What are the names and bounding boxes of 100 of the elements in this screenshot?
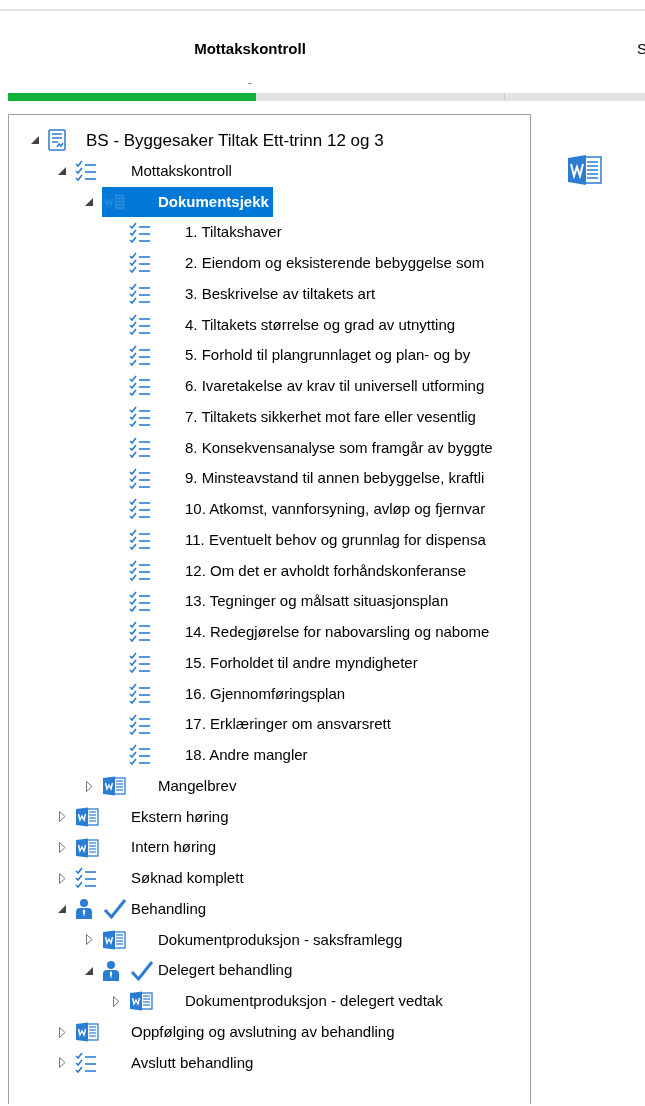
item-label: 16. Gjennomføringsplan xyxy=(185,683,346,704)
item-label: 14. Redegjørelse for nabovarsling og nabome xyxy=(185,622,490,643)
checklist-icon xyxy=(129,406,151,429)
item-label: 7. Tiltakets sikkerhet mot fare eller vesentlig xyxy=(185,406,476,427)
checklist-icon xyxy=(129,436,151,459)
checklist-icon xyxy=(129,621,151,644)
step-subtitle: - xyxy=(248,76,252,89)
tree-item[interactable]: 1. Tiltakshaver xyxy=(129,217,286,248)
expanded-arrow-icon[interactable] xyxy=(58,905,66,914)
tree-item[interactable]: 6. Ivaretakelse av krav til universell utforming xyxy=(129,371,489,402)
tree-item[interactable]: 13. Tegninger og målsatt situasjonsplan xyxy=(129,586,453,617)
checklist-icon xyxy=(75,1051,97,1074)
tree-item[interactable]: Delegert behandling xyxy=(102,955,297,986)
item-label: Mottakskontroll xyxy=(131,160,232,181)
document-icon xyxy=(129,991,153,1012)
tree-item[interactable]: 7. Tiltakets sikkerhet mot fare eller vesentlig xyxy=(129,401,480,433)
checklist-icon xyxy=(129,252,151,275)
document-icon xyxy=(75,837,99,858)
tree-item[interactable]: 5. Forhold til plangrunnlaget og plan- og by xyxy=(129,340,475,371)
document-icon xyxy=(102,776,126,797)
item-label: Oppfølging og avslutning av behandling xyxy=(131,1021,395,1042)
tree-item[interactable]: 11. Eventuelt behov og grunnlag for dispensa xyxy=(129,524,490,556)
checklist-icon xyxy=(129,559,151,582)
expanded-arrow-icon[interactable] xyxy=(85,966,93,975)
item-label: 17. Erklæringer om ansvarsrett xyxy=(185,714,391,735)
form-icon xyxy=(48,129,66,152)
tree-item[interactable]: Dokumentproduksjon - delegert vedtak xyxy=(129,986,447,1017)
item-label: Delegert behandling xyxy=(158,960,293,981)
tree-item[interactable]: 2. Eiendom og eksisterende bebyggelse som xyxy=(129,248,489,279)
collapsed-arrow-icon[interactable] xyxy=(58,1026,66,1038)
item-label: 3. Beskrivelse av tiltakets art xyxy=(185,283,376,304)
tree-item[interactable]: 17. Erklæringer om ansvarsrett xyxy=(129,709,395,740)
expanded-arrow-icon[interactable] xyxy=(31,136,39,145)
tree-item[interactable]: 16. Gjennomføringsplan xyxy=(129,678,350,710)
checklist-icon xyxy=(129,313,151,336)
collapsed-arrow-icon[interactable] xyxy=(85,934,93,946)
tree-item[interactable]: 9. Minsteavstand til annen bebyggelse, kraftli xyxy=(129,463,489,494)
item-label: Avslutt behandling xyxy=(131,1052,254,1073)
tree-item[interactable]: Dokumentsjekk xyxy=(102,186,273,218)
tree-item[interactable]: Søknad komplett xyxy=(75,863,248,894)
tree-item[interactable]: 3. Beskrivelse av tiltakets art xyxy=(129,278,380,310)
item-label: 18. Andre mangler xyxy=(185,745,308,766)
tree-item[interactable]: Avslutt behandling xyxy=(75,1047,258,1079)
tree-item[interactable]: Behandling xyxy=(75,893,211,925)
item-label: 13. Tegninger og målsatt situasjonsplan xyxy=(185,591,449,612)
checklist-icon xyxy=(129,221,151,244)
checklist-icon xyxy=(129,682,151,705)
item-label: 10. Atkomst, vannforsyning, avløp og fjernvar xyxy=(185,499,486,520)
tree-item[interactable]: 15. Forholdet til andre myndigheter xyxy=(129,647,422,679)
item-label: 2. Eiendom og eksisterende bebyggelse som xyxy=(185,253,485,274)
item-label: BS - Byggesaker Tiltak Ett-trinn 12 og 3 xyxy=(86,129,384,152)
item-label: Dokumentproduksjon - saksframlegg xyxy=(158,929,403,950)
checklist-icon xyxy=(129,713,151,736)
tree-item[interactable]: 12. Om det er avholdt forhåndskonferanse xyxy=(129,555,470,587)
tree-item[interactable]: Mottakskontroll xyxy=(75,155,236,187)
document-icon xyxy=(102,929,126,950)
collapsed-arrow-icon[interactable] xyxy=(112,995,120,1007)
tree-item[interactable]: BS - Byggesaker Tiltak Ett-trinn 12 og 3 xyxy=(48,125,388,156)
step-title: Mottakskontroll xyxy=(194,39,306,59)
item-label: Intern høring xyxy=(131,837,217,858)
collapsed-arrow-icon[interactable] xyxy=(58,872,66,884)
tree-item[interactable]: 4. Tiltakets størrelse og grad av utnytting xyxy=(129,309,460,341)
item-label: Søknad komplett xyxy=(131,868,244,889)
person-icon xyxy=(102,959,120,982)
collapsed-arrow-icon[interactable] xyxy=(85,780,93,792)
item-label: Dokumentproduksjon - delegert vedtak xyxy=(185,991,443,1012)
expanded-arrow-icon[interactable] xyxy=(85,197,93,206)
tree-item[interactable]: Ekstern høring xyxy=(75,801,233,833)
tree-item[interactable]: 10. Atkomst, vannforsyning, avløp og fjernvar xyxy=(129,494,490,525)
item-label: 6. Ivaretakelse av krav til universell utforming xyxy=(185,376,485,397)
checklist-icon xyxy=(129,498,151,521)
checklist-icon xyxy=(129,283,151,306)
checklist-icon xyxy=(129,467,151,490)
item-label: Ekstern høring xyxy=(131,806,229,827)
checklist-icon xyxy=(129,744,151,767)
tree-item[interactable]: 14. Redegjørelse for nabovarsling og nabome xyxy=(129,617,494,648)
collapsed-arrow-icon[interactable] xyxy=(58,842,66,854)
item-label: 15. Forholdet til andre myndigheter xyxy=(185,652,418,673)
checklist-icon xyxy=(129,344,151,367)
document-icon xyxy=(75,806,99,827)
tree-item[interactable]: 18. Andre mangler xyxy=(129,740,312,771)
item-label: 5. Forhold til plangrunnlaget og plan- og by xyxy=(185,345,471,366)
checklist-icon xyxy=(129,375,151,398)
item-label: 9. Minsteavstand til annen bebyggelse, kraftli xyxy=(185,468,485,489)
expanded-arrow-icon[interactable] xyxy=(58,167,66,176)
document-icon xyxy=(567,154,603,186)
item-label: Mangelbrev xyxy=(158,775,237,796)
tree-item[interactable]: Oppfølging og avslutning av behandling xyxy=(75,1016,399,1048)
item-label: Dokumentsjekk xyxy=(158,191,269,212)
collapsed-arrow-icon[interactable] xyxy=(58,1057,66,1069)
collapsed-arrow-icon[interactable] xyxy=(58,811,66,823)
tree-item[interactable]: 8. Konsekvensanalyse som framgår av byggte xyxy=(129,432,497,464)
item-label: 8. Konsekvensanalyse som framgår av byggte xyxy=(185,437,493,458)
checklist-icon xyxy=(129,529,151,552)
person-icon xyxy=(75,898,93,921)
document-icon xyxy=(75,1022,99,1043)
tree-item[interactable]: Dokumentproduksjon - saksframlegg xyxy=(102,924,407,956)
item-label: 11. Eventuelt behov og grunnlag for dispensa xyxy=(185,529,486,550)
tree-item[interactable]: Mangelbrev xyxy=(102,770,241,802)
tree-item[interactable]: Intern høring xyxy=(75,832,221,863)
